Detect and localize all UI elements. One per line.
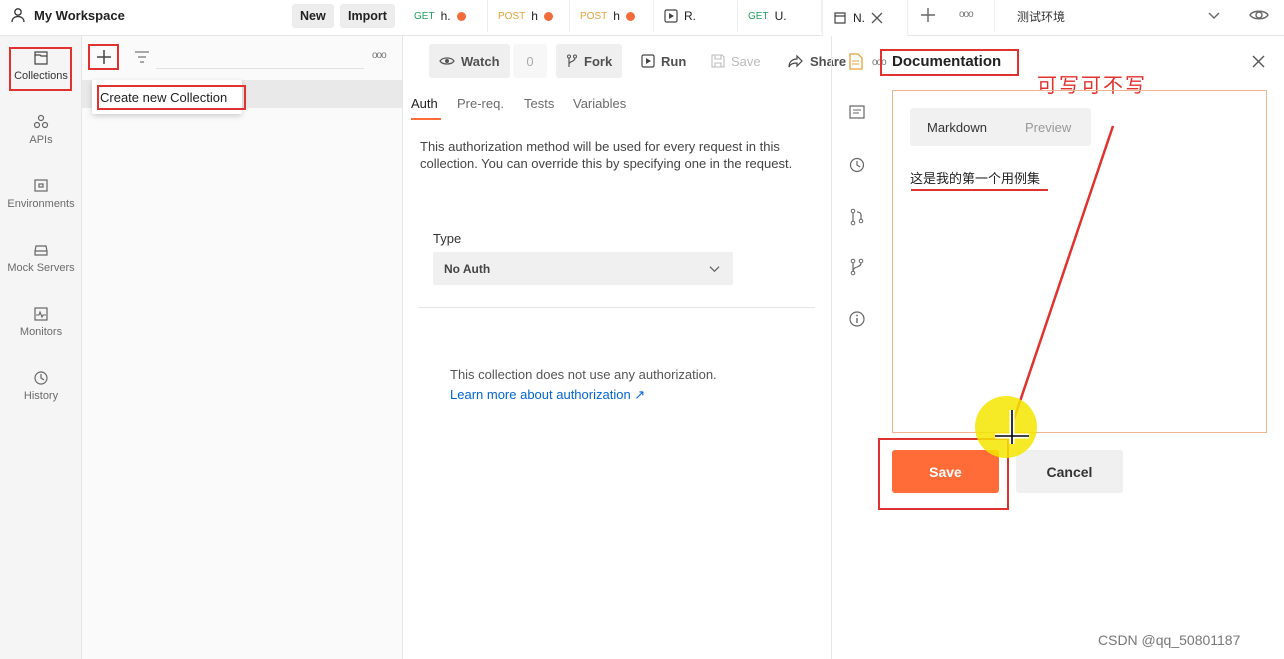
annotation-arrow-line	[1010, 125, 1115, 426]
watermark: CSDN @qq_50801187	[1098, 632, 1241, 648]
annotation-overlay	[975, 125, 1115, 458]
cursor-highlight	[975, 396, 1037, 458]
